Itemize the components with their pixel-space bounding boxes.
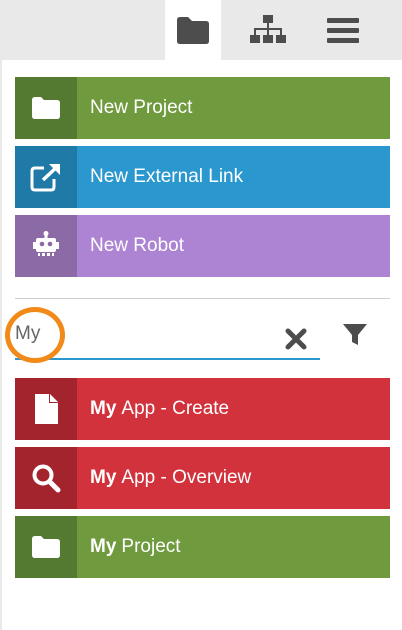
new-project-button[interactable]: New Project <box>15 77 390 139</box>
new-external-link-button[interactable]: New External Link <box>15 146 390 208</box>
result-rest-text: App - Create <box>121 398 230 419</box>
file-icon <box>35 394 58 424</box>
menu-icon <box>327 18 359 43</box>
close-icon <box>285 328 307 350</box>
result-label: My App - Overview <box>77 447 390 509</box>
external-link-icon <box>30 163 61 192</box>
filter-button[interactable] <box>340 320 370 350</box>
top-toolbar <box>0 0 402 60</box>
tab-menu[interactable] <box>315 0 371 60</box>
action-icon-box <box>15 77 77 139</box>
action-icon-box <box>15 215 77 277</box>
match-text: My <box>90 536 117 557</box>
robot-icon <box>33 231 59 256</box>
result-item[interactable]: My App - Create <box>15 378 390 440</box>
new-external-link-label: New External Link <box>77 146 390 208</box>
section-divider <box>15 298 390 299</box>
new-robot-label: New Robot <box>77 215 390 277</box>
search-box <box>15 312 320 360</box>
match-text: My <box>90 467 117 488</box>
clear-search-button[interactable] <box>283 326 309 352</box>
search-input[interactable] <box>15 320 265 348</box>
folder-icon <box>32 97 60 119</box>
result-icon-box <box>15 447 77 509</box>
search-icon <box>32 464 61 493</box>
result-icon-box <box>15 378 77 440</box>
result-label: My App - Create <box>77 378 390 440</box>
action-icon-box <box>15 146 77 208</box>
filter-icon <box>343 324 367 345</box>
tab-sitemap[interactable] <box>240 0 296 60</box>
result-icon-box <box>15 516 77 578</box>
result-label: My Project <box>77 516 390 578</box>
result-item[interactable]: My Project <box>15 516 390 578</box>
folder-icon <box>177 17 209 44</box>
result-rest-text: App - Overview <box>121 467 252 488</box>
result-item[interactable]: My App - Overview <box>15 447 390 509</box>
panel-edge <box>0 60 2 630</box>
result-rest-text: Project <box>121 536 181 557</box>
match-text: My <box>90 398 117 419</box>
new-robot-button[interactable]: New Robot <box>15 215 390 277</box>
tab-projects[interactable] <box>165 0 221 60</box>
new-project-label: New Project <box>77 77 390 139</box>
folder-icon <box>32 536 60 558</box>
sitemap-icon <box>250 15 286 43</box>
